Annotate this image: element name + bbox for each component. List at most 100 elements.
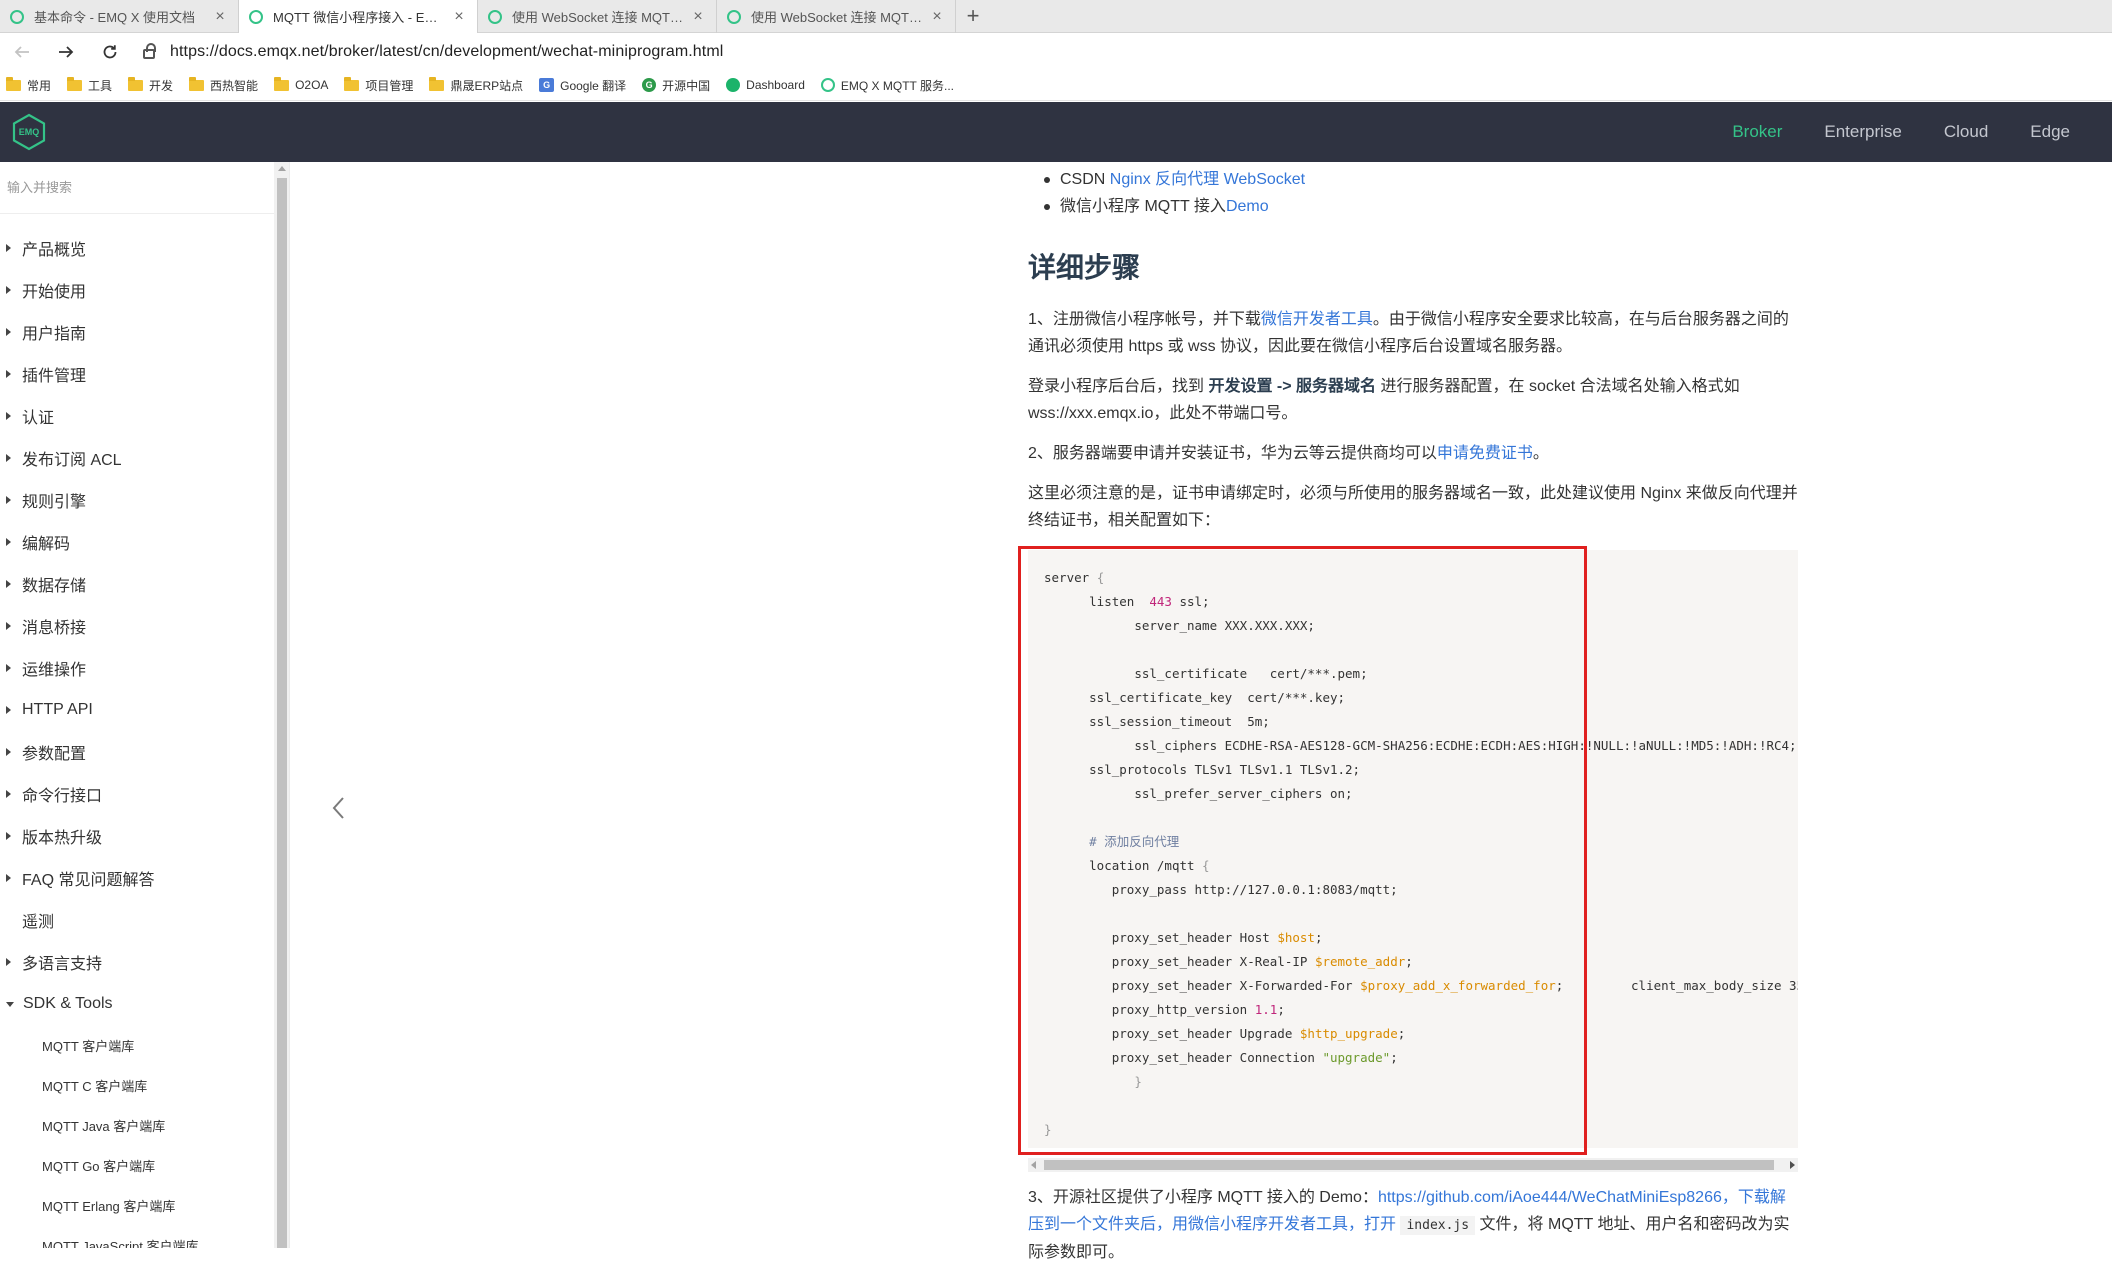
sidebar-item-label: 产品概览 bbox=[22, 242, 87, 259]
sidebar-item[interactable]: FAQ 常见问题解答 bbox=[0, 857, 274, 899]
sidebar-item[interactable]: 产品概览 bbox=[0, 227, 274, 269]
bookmark-label: EMQ X MQTT 服务... bbox=[840, 78, 955, 93]
prev-page-button[interactable] bbox=[328, 793, 348, 823]
step-2-paragraph: 2、服务器端要申请并安装证书，华为云等云提供商均可以申请免费证书。 bbox=[1028, 440, 1798, 467]
forward-button[interactable] bbox=[44, 33, 88, 70]
sidebar-item-label: 开始使用 bbox=[22, 284, 87, 301]
caret-right-icon bbox=[6, 706, 11, 714]
sidebar-item[interactable]: 参数配置 bbox=[0, 731, 274, 773]
sidebar-item[interactable]: 运维操作 bbox=[0, 647, 274, 689]
sidebar-item-label: FAQ 常见问题解答 bbox=[22, 872, 155, 889]
code-horizontal-scrollbar[interactable] bbox=[1028, 1158, 1798, 1172]
tab-title: MQTT 微信小程序接入 - EMQ X 使用文档 bbox=[273, 10, 445, 25]
caret-right-icon bbox=[6, 958, 11, 966]
sidebar-item[interactable]: 消息桥接 bbox=[0, 605, 274, 647]
sidebar-subitem[interactable]: MQTT Erlang 客户端库 bbox=[0, 1185, 274, 1225]
sidebar-item[interactable]: 发布订阅 ACL bbox=[0, 437, 274, 479]
scroll-right-icon[interactable] bbox=[1790, 1161, 1795, 1169]
free-cert-link[interactable]: 申请免费证书 bbox=[1437, 445, 1533, 462]
browser-tab[interactable]: 使用 WebSocket 连接 MQTT 服务器 × bbox=[478, 0, 717, 33]
bookmark-label: 项目管理 bbox=[365, 78, 414, 93]
bookmark-label: 开发 bbox=[149, 78, 174, 93]
new-tab-button[interactable]: + bbox=[956, 0, 990, 32]
reference-list: CSDN Nginx 反向代理 WebSocket 微信小程序 MQTT 接入D… bbox=[1028, 166, 1305, 220]
caret-right-icon bbox=[6, 454, 11, 462]
sidebar-item[interactable]: 插件管理 bbox=[0, 353, 274, 395]
sidebar-item-label: SDK & Tools bbox=[23, 995, 113, 1012]
step-1-paragraph: 1、注册微信小程序帐号，并下载微信开发者工具。由于微信小程序安全要求比较高，在与… bbox=[1028, 306, 1798, 360]
bookmark-item[interactable]: Dashboard bbox=[726, 78, 805, 92]
nginx-websocket-link[interactable]: Nginx 反向代理 WebSocket bbox=[1110, 171, 1305, 188]
tab-title: 使用 WebSocket 连接 MQTT 服务器 bbox=[751, 10, 923, 25]
sidebar-item[interactable]: 多语言支持 bbox=[0, 941, 274, 983]
annotation-highlight-box bbox=[1018, 546, 1587, 1155]
sidebar-subitem[interactable]: MQTT C 客户端库 bbox=[0, 1065, 274, 1105]
browser-tab[interactable]: 使用 WebSocket 连接 MQTT 服务器 × bbox=[717, 0, 956, 33]
login-paragraph: 登录小程序后台后，找到 开发设置 -> 服务器域名 进行服务器配置，在 sock… bbox=[1028, 373, 1798, 427]
demo-link[interactable]: Demo bbox=[1226, 198, 1269, 215]
text: 1、注册微信小程序帐号，并下载 bbox=[1028, 311, 1261, 328]
back-button[interactable] bbox=[0, 33, 44, 70]
bookmark-item[interactable]: 工具 bbox=[67, 76, 112, 94]
tab-close-icon[interactable]: × bbox=[451, 8, 467, 26]
sidebar-item[interactable]: 版本热升级 bbox=[0, 815, 274, 857]
bookmark-label: Dashboard bbox=[746, 78, 805, 92]
scrollbar-thumb[interactable] bbox=[1044, 1160, 1774, 1170]
emqx-favicon-icon bbox=[10, 9, 24, 24]
bookmark-item[interactable]: O2OA bbox=[274, 76, 329, 92]
search-input[interactable] bbox=[7, 180, 257, 195]
arrow-left-icon bbox=[14, 45, 29, 58]
caret-right-icon bbox=[6, 664, 11, 672]
sidebar-subitem[interactable]: MQTT Go 客户端库 bbox=[0, 1145, 274, 1185]
browser-tab[interactable]: MQTT 微信小程序接入 - EMQ X 使用文档 × bbox=[239, 0, 478, 33]
sidebar-item[interactable]: 遥测 bbox=[0, 899, 274, 941]
tab-close-icon[interactable]: × bbox=[212, 8, 228, 26]
bookmark-item[interactable]: 常用 bbox=[6, 76, 51, 94]
sidebar-item[interactable]: 编解码 bbox=[0, 521, 274, 563]
topnav-enterprise[interactable]: Enterprise bbox=[1824, 122, 1901, 142]
url-field[interactable]: https://docs.emqx.net/broker/latest/cn/d… bbox=[170, 43, 723, 61]
tab-close-icon[interactable]: × bbox=[929, 8, 945, 26]
bookmark-item[interactable]: EMQ X MQTT 服务... bbox=[820, 77, 955, 94]
bookmark-label: O2OA bbox=[295, 78, 329, 92]
sidebar-item[interactable]: 命令行接口 bbox=[0, 773, 274, 815]
sidebar-subitem[interactable]: MQTT Java 客户端库 bbox=[0, 1105, 274, 1145]
browser-tab[interactable]: 基本命令 - EMQ X 使用文档 × bbox=[0, 0, 239, 33]
scroll-up-icon[interactable] bbox=[278, 166, 286, 171]
topnav-broker[interactable]: Broker bbox=[1732, 122, 1782, 142]
sidebar-item[interactable]: 数据存储 bbox=[0, 563, 274, 605]
bookmark-item[interactable]: G 开源中国 bbox=[642, 77, 710, 94]
sidebar-item-label: 发布订阅 ACL bbox=[22, 452, 122, 469]
text: 3、开源社区提供了小程序 MQTT 接入的 Demo： bbox=[1028, 1189, 1378, 1206]
sidebar-scrollbar[interactable] bbox=[274, 162, 289, 1248]
caret-right-icon bbox=[6, 622, 11, 630]
wechat-devtools-link[interactable]: 微信开发者工具 bbox=[1261, 311, 1373, 328]
tab-close-icon[interactable]: × bbox=[690, 8, 706, 26]
sidebar-item[interactable]: 规则引擎 bbox=[0, 479, 274, 521]
reload-button[interactable] bbox=[88, 33, 132, 70]
caret-right-icon bbox=[6, 328, 11, 336]
bookmark-item[interactable]: 项目管理 bbox=[344, 76, 414, 94]
topnav-edge[interactable]: Edge bbox=[2030, 122, 2070, 142]
sidebar-item[interactable]: 认证 bbox=[0, 395, 274, 437]
bullet-text: 微信小程序 MQTT 接入 bbox=[1060, 198, 1226, 215]
sidebar-item[interactable]: 开始使用 bbox=[0, 269, 274, 311]
sidebar-item[interactable]: SDK & Tools bbox=[0, 983, 274, 1025]
sidebar-item[interactable]: HTTP API bbox=[0, 689, 274, 731]
sidebar-item[interactable]: 用户指南 bbox=[0, 311, 274, 353]
bookmark-item[interactable]: 开发 bbox=[128, 76, 174, 94]
top-nav: Broker Enterprise Cloud Edge bbox=[1732, 102, 2112, 162]
bookmark-item[interactable]: 西热智能 bbox=[189, 76, 258, 94]
scroll-left-icon[interactable] bbox=[1031, 1161, 1036, 1169]
bookmark-item[interactable]: 鼎晟ERP站点 bbox=[429, 76, 523, 94]
tab-title: 基本命令 - EMQ X 使用文档 bbox=[34, 10, 196, 25]
sidebar-subitem[interactable]: MQTT 客户端库 bbox=[0, 1025, 274, 1065]
lock-icon[interactable] bbox=[138, 43, 160, 59]
sidebar-item-label: 消息桥接 bbox=[22, 620, 87, 637]
bookmark-item[interactable]: G Google 翻译 bbox=[539, 77, 626, 94]
sidebar-subitem[interactable]: MQTT JavaScript 客户端库 bbox=[0, 1225, 274, 1249]
topnav-cloud[interactable]: Cloud bbox=[1944, 122, 1988, 142]
bookmark-label: Google 翻译 bbox=[560, 78, 627, 93]
scrollbar-thumb[interactable] bbox=[277, 178, 287, 1248]
sidebar-item-label: 数据存储 bbox=[22, 578, 87, 595]
